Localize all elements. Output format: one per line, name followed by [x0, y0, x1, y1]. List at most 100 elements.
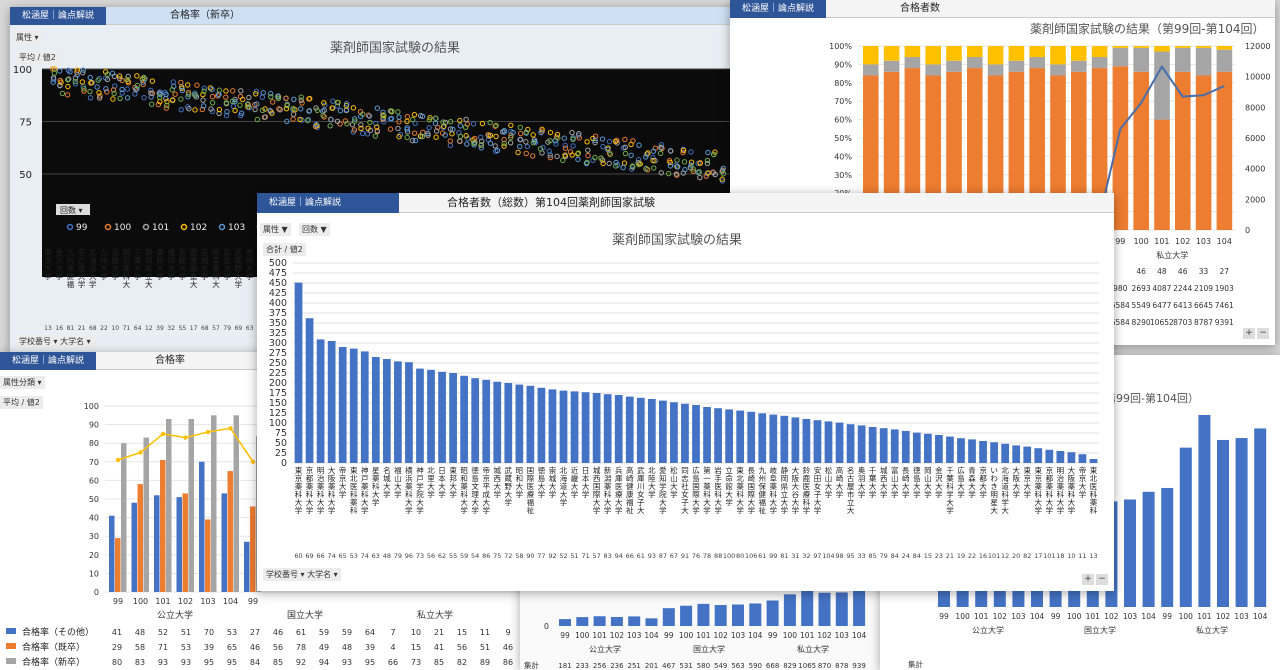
y-tick-label: 20 [89, 551, 99, 560]
bar [659, 400, 667, 463]
school-number-label: 10 [111, 325, 119, 332]
school-number-label: 77 [537, 552, 545, 560]
x-tick-label: 学 [869, 489, 877, 499]
x-tick-label: 102 [993, 612, 1008, 621]
site-tab[interactable]: 松涵屋｜論点解説 [257, 193, 399, 213]
table-cell: 46 [1136, 267, 1146, 276]
bar [1179, 447, 1192, 607]
table-cell: 73 [411, 658, 421, 667]
x-tick-label: 102 [610, 631, 625, 640]
table-cell: 829 [783, 662, 796, 670]
table-cell: 6477 [1152, 301, 1171, 310]
x-tick-label: 祉 [527, 505, 535, 515]
x-tick-label: 学 [494, 489, 502, 499]
bar [182, 493, 188, 592]
school-number-label: 68 [201, 325, 209, 332]
x-tick-label: 学 [692, 505, 700, 515]
school-number-label: 21 [946, 552, 954, 560]
bar [824, 421, 833, 463]
bar [576, 617, 589, 626]
school-number-label: 72 [504, 552, 512, 560]
school-number-label: 13 [1089, 552, 1097, 560]
group-label: 私立大学 [417, 609, 453, 621]
bar [526, 385, 535, 463]
x-tick-label: 99 [1115, 237, 1125, 246]
x-tick-label: 学 [803, 505, 811, 515]
school-number-label: 94 [615, 552, 623, 560]
table-cell: 86 [503, 658, 513, 667]
attribute-filter-button[interactable]: 属性 ▾ [13, 31, 42, 44]
x-tick-label: 大 [1001, 505, 1009, 515]
bar [725, 409, 733, 463]
x-tick-label: 福 [67, 280, 75, 289]
x-tick-label: 100 [1133, 237, 1148, 246]
school-number-label: 96 [405, 552, 413, 560]
y-tick-label: 150 [269, 398, 287, 409]
site-tab[interactable]: 松涵屋｜論点解説 [730, 0, 827, 18]
x-tick-label: 大 [145, 279, 153, 289]
attribute-filter-button[interactable]: 属性 ▼ [260, 223, 291, 236]
school-number-label: 78 [703, 552, 711, 560]
x-tick-label: 学 [858, 489, 866, 499]
school-number-label: 79 [880, 552, 888, 560]
window-header: 松涵屋｜論点解説 合格者数（総数）第104回薬剤師国家試験 [257, 193, 1114, 213]
x-tick-label: 104 [1253, 612, 1268, 621]
table-cell: 6413 [1173, 301, 1192, 310]
table-cell: 590 [749, 662, 762, 670]
x-tick-label: 学 [814, 505, 822, 515]
table-cell: 49 [319, 643, 329, 652]
y-tick-label: 325 [269, 328, 287, 339]
school-number-filter[interactable]: 学校番号 ▾ 大学名 ▾ [263, 568, 341, 581]
x-tick-label: 学 [1023, 489, 1031, 499]
bar-segment [1050, 46, 1066, 65]
bar-segment [883, 46, 900, 61]
x-tick-label: 103 [200, 597, 215, 606]
bar-segment [1091, 46, 1108, 58]
y-tick-label: 250 [269, 358, 287, 369]
table-cell: 5549 [1132, 301, 1151, 310]
bar-segment [863, 64, 879, 76]
zoom-controls[interactable]: + − [1241, 328, 1269, 339]
school-number-label: 16 [979, 552, 987, 560]
site-tab[interactable]: 松涵屋｜論点解説 [10, 7, 107, 25]
y-tick-label: 10 [89, 569, 99, 578]
bar [835, 422, 844, 463]
x-tick-label: 学 [317, 505, 325, 515]
table-cell: 80 [112, 658, 122, 667]
bar [957, 438, 965, 463]
zoom-controls[interactable]: + − [1080, 574, 1108, 585]
bar [1023, 446, 1032, 463]
table-row-label: 合格率（新卒） [22, 656, 85, 668]
round-filter-button[interactable]: 回数 ▼ [299, 223, 330, 236]
table-cell: 9 [505, 628, 510, 637]
measure-label: 平均 / 値2 [16, 51, 59, 64]
bar [316, 339, 325, 463]
y-tick-label: 300 [269, 338, 287, 349]
bar [250, 506, 256, 592]
table-cell: 10 [411, 628, 421, 637]
x-tick-label: 103 [1011, 612, 1026, 621]
bar [923, 433, 932, 463]
x-tick-label: 学 [179, 271, 187, 281]
table-cell: 93 [342, 658, 352, 667]
category-filter-button[interactable]: 属性分類 ▾ [0, 376, 45, 389]
bar [1045, 449, 1054, 463]
table-row-label: 合格率（既卒） [22, 641, 85, 653]
bar [1067, 452, 1076, 463]
x-tick-label: 学 [725, 497, 733, 507]
group-label: 国立大学 [287, 609, 323, 621]
legend-swatch [6, 643, 16, 649]
table-cell: 549 [714, 662, 727, 670]
school-number-label: 62 [438, 552, 446, 560]
bar [471, 378, 480, 463]
school-number-label: 88 [714, 552, 722, 560]
x-tick-label: 大 [681, 505, 689, 515]
bar [1001, 443, 1010, 463]
bar-segment [1195, 75, 1212, 230]
site-tab[interactable]: 松涵屋｜論点解説 [0, 352, 97, 370]
bar [853, 590, 866, 626]
school-number-label: 18 [1056, 552, 1064, 560]
x-tick-label: 101 [1154, 237, 1169, 246]
x-tick-label: 大 [637, 505, 645, 515]
bar [879, 428, 888, 463]
